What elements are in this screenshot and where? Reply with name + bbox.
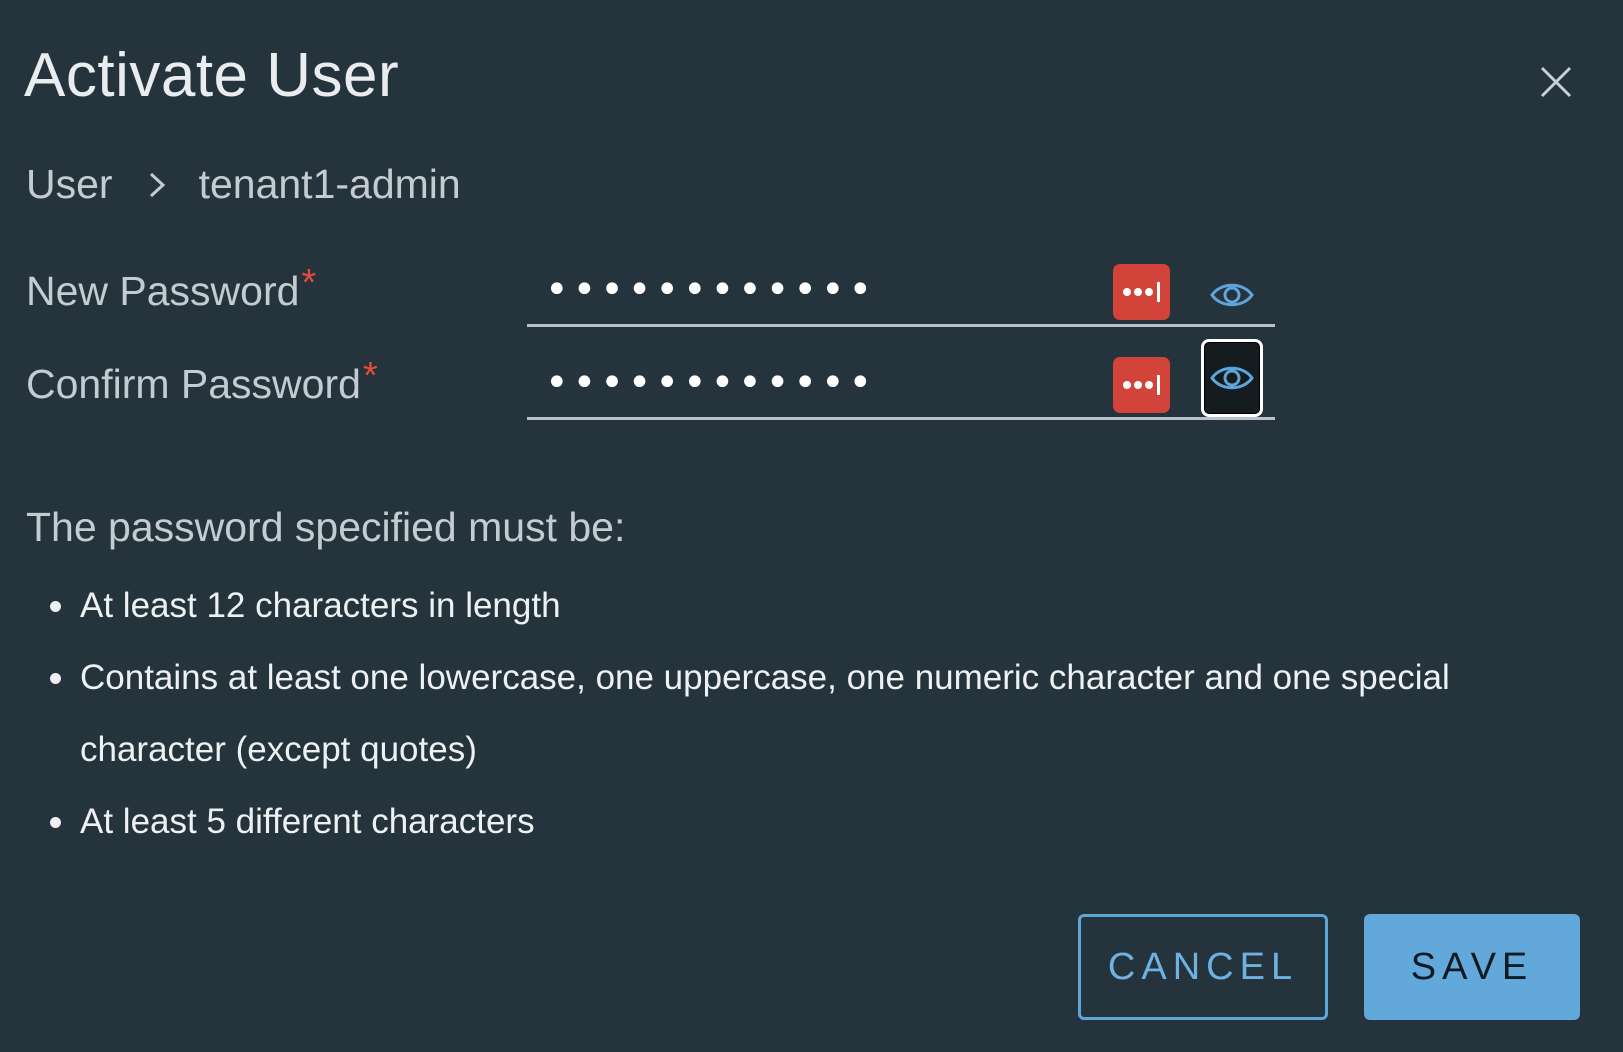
required-marker: * — [362, 355, 378, 397]
chevron-right-icon — [137, 164, 177, 204]
breadcrumb-parent[interactable]: User — [26, 161, 113, 208]
list-item: At least 12 characters in length — [26, 570, 1546, 642]
confirm-password-label: Confirm Password* — [26, 355, 378, 408]
new-password-label: New Password* — [26, 262, 316, 315]
new-password-field — [527, 258, 1275, 327]
close-button[interactable] — [1536, 62, 1576, 102]
breadcrumb-current: tenant1-admin — [198, 160, 461, 207]
lastpass-icon[interactable] — [1113, 357, 1170, 413]
confirm-password-field — [527, 339, 1275, 420]
password-requirements-list: At least 12 characters in length Contain… — [26, 570, 1546, 858]
new-password-label-text: New Password — [26, 268, 300, 314]
show-confirm-password-button[interactable] — [1201, 339, 1263, 417]
confirm-password-input[interactable] — [527, 355, 1087, 411]
password-requirements-heading: The password specified must be: — [26, 504, 626, 550]
close-icon — [1540, 66, 1572, 98]
eye-icon — [1210, 283, 1254, 307]
lastpass-icon[interactable] — [1113, 264, 1170, 320]
dialog-title: Activate User — [24, 41, 400, 110]
new-password-input[interactable] — [527, 262, 1087, 318]
eye-icon — [1210, 366, 1254, 390]
list-item: Contains at least one lowercase, one upp… — [26, 642, 1546, 786]
list-item: At least 5 different characters — [26, 786, 1546, 858]
required-marker: * — [301, 262, 317, 304]
breadcrumb: User tenant1-admin — [26, 158, 461, 210]
confirm-password-label-text: Confirm Password — [26, 361, 361, 407]
cancel-button[interactable]: CANCEL — [1078, 914, 1328, 1020]
activate-user-dialog: Activate User User tenant1-admin New Pas… — [0, 0, 1623, 1052]
save-button[interactable]: SAVE — [1364, 914, 1580, 1020]
show-new-password-button[interactable] — [1201, 260, 1263, 330]
